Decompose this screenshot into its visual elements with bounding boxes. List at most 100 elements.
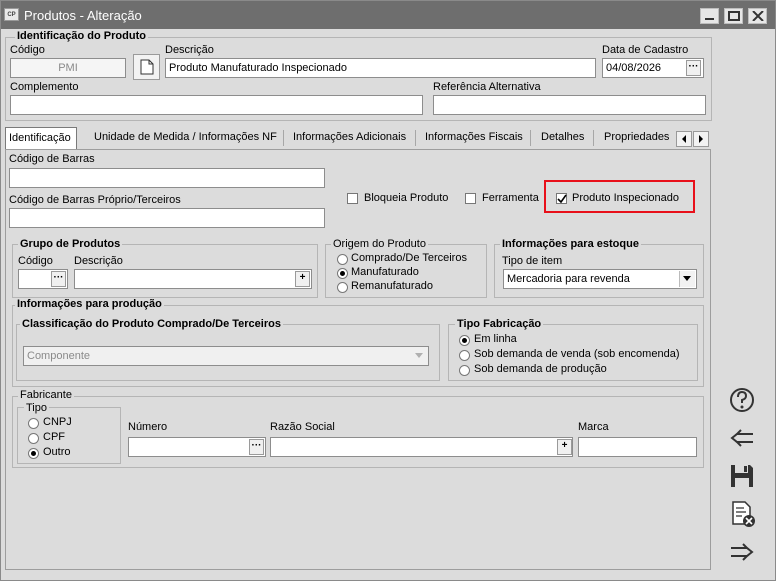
tab-unidade-medida[interactable]: Unidade de Medida / Informações NF (91, 127, 280, 149)
origem-option-remanufaturado: Remanufaturado (351, 280, 433, 292)
razao-social-label: Razão Social (270, 421, 335, 433)
tipo-fabricacao-label: Tipo Fabricação (455, 318, 544, 330)
origem-radio-comprado[interactable] (337, 254, 348, 265)
grupo-produtos-label: Grupo de Produtos (18, 238, 123, 250)
classificacao-select[interactable]: Componente (23, 346, 429, 366)
tipo-radio-outro[interactable] (28, 448, 39, 459)
window-title: Produtos - Alteração (24, 8, 142, 23)
tab-scroll-left[interactable] (676, 131, 692, 147)
origem-radio-manufaturado[interactable] (337, 268, 348, 279)
descricao-input[interactable]: Produto Manufaturado Inspecionado (165, 58, 596, 78)
next-arrow-icon (731, 543, 754, 561)
fabricante-label: Fabricante (18, 389, 74, 401)
copy-code-button[interactable] (133, 54, 160, 80)
help-button[interactable] (725, 383, 759, 417)
chevron-down-icon (683, 276, 691, 281)
maximize-icon (728, 11, 740, 21)
codigo-barras-input[interactable] (9, 168, 325, 188)
origem-option-comprado: Comprado/De Terceiros (351, 252, 467, 264)
arrow-left-icon (682, 135, 686, 143)
back-arrow-icon (730, 429, 753, 447)
codigo-barras-label: Código de Barras (9, 153, 95, 165)
tipo-option-cpf: CPF (43, 431, 65, 443)
maximize-button[interactable] (724, 8, 743, 24)
tipo-item-dropdown-button[interactable] (679, 271, 695, 287)
numero-label: Número (128, 421, 168, 433)
tipo-radio-cnpj[interactable] (28, 418, 39, 429)
bloqueia-produto-checkbox[interactable] (347, 193, 358, 204)
back-button[interactable] (725, 421, 759, 455)
numero-lookup-button[interactable]: ··· (249, 439, 264, 455)
tipo-item-label: Tipo de item (502, 255, 563, 267)
tab-scroll-right[interactable] (693, 131, 709, 147)
fabricacao-radio-em-linha[interactable] (459, 335, 470, 346)
producao-label: Informações para produção (15, 298, 164, 310)
identificacao-group-label: Identificação do Produto (15, 30, 148, 42)
fabricante-tipo-label: Tipo (24, 402, 49, 414)
checkmark-icon (557, 194, 567, 204)
fabricacao-radio-sob-encomenda[interactable] (459, 350, 470, 361)
fabricacao-option-sob-encomenda: Sob demanda de venda (sob encomenda) (474, 348, 680, 360)
tipo-radio-cpf[interactable] (28, 433, 39, 444)
referencia-input[interactable] (433, 95, 706, 115)
bloqueia-produto-label: Bloqueia Produto (364, 192, 449, 204)
codigo-input[interactable]: PMI (10, 58, 126, 78)
document-icon (140, 59, 154, 75)
razao-social-add-button[interactable]: + (557, 439, 572, 455)
app-icon: CP (4, 8, 19, 21)
tipo-option-cnpj: CNPJ (43, 416, 72, 428)
origem-option-manufaturado: Manufaturado (351, 266, 419, 278)
tab-propriedades[interactable]: Propriedades (601, 127, 672, 149)
codigo-label: Código (10, 44, 45, 56)
ferramenta-checkbox[interactable] (465, 193, 476, 204)
close-button[interactable] (748, 8, 767, 24)
tab-identificacao[interactable]: Identificação (5, 127, 77, 149)
classificacao-label: Classificação do Produto Comprado/De Ter… (20, 318, 283, 330)
delete-button[interactable] (725, 497, 759, 531)
numero-input[interactable] (128, 437, 266, 457)
grupo-codigo-label: Código (18, 255, 53, 267)
grupo-descricao-input[interactable] (74, 269, 312, 289)
descricao-label: Descrição (165, 44, 214, 56)
next-button[interactable] (725, 535, 759, 569)
marca-label: Marca (578, 421, 609, 433)
produto-inspecionado-label: Produto Inspecionado (572, 192, 680, 204)
title-bar: CP Produtos - Alteração (1, 1, 775, 29)
close-icon (752, 11, 764, 21)
save-button[interactable] (725, 459, 759, 493)
fabricacao-radio-producao[interactable] (459, 365, 470, 376)
codigo-barras-proprio-label: Código de Barras Próprio/Terceiros (9, 194, 181, 206)
date-picker-button[interactable]: ··· (686, 60, 701, 76)
estoque-label: Informações para estoque (500, 238, 641, 250)
origem-label: Origem do Produto (331, 238, 428, 250)
product-window: CP Produtos - Alteração Identificação do… (0, 0, 776, 581)
codigo-barras-proprio-input[interactable] (9, 208, 325, 228)
tab-bar: Identificação Unidade de Medida / Inform… (5, 127, 711, 149)
tipo-option-outro: Outro (43, 446, 71, 458)
complemento-input[interactable] (10, 95, 423, 115)
grupo-codigo-lookup-button[interactable]: ··· (51, 271, 66, 287)
fabricacao-option-em-linha: Em linha (474, 333, 517, 345)
grupo-add-button[interactable]: + (295, 271, 310, 287)
arrow-right-icon (699, 135, 703, 143)
classificacao-dropdown-button[interactable] (412, 348, 428, 364)
tab-detalhes[interactable]: Detalhes (538, 127, 587, 149)
chevron-down-icon (415, 353, 423, 358)
ferramenta-label: Ferramenta (482, 192, 539, 204)
razao-social-input[interactable] (270, 437, 573, 457)
delete-document-icon (732, 501, 755, 527)
minimize-button[interactable] (700, 8, 719, 24)
complemento-label: Complemento (10, 81, 79, 93)
fabricacao-option-producao: Sob demanda de produção (474, 363, 607, 375)
save-icon (731, 465, 753, 487)
referencia-label: Referência Alternativa (433, 81, 541, 93)
help-icon (730, 388, 754, 412)
marca-input[interactable] (578, 437, 697, 457)
produto-inspecionado-checkbox[interactable] (556, 193, 567, 204)
tab-informacoes-adicionais[interactable]: Informações Adicionais (290, 127, 409, 149)
tab-informacoes-fiscais[interactable]: Informações Fiscais (422, 127, 526, 149)
minimize-icon (705, 18, 714, 20)
origem-radio-remanufaturado[interactable] (337, 282, 348, 293)
tipo-item-select[interactable]: Mercadoria para revenda (503, 269, 697, 289)
grupo-descricao-label: Descrição (74, 255, 123, 267)
